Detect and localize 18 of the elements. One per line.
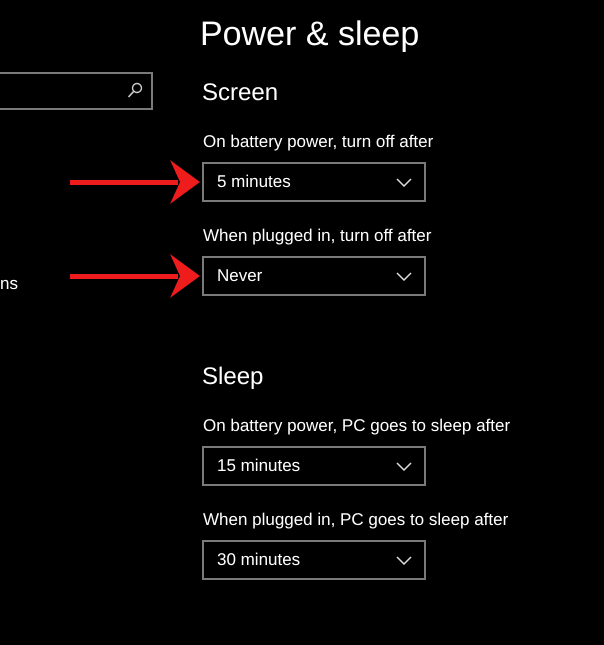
dropdown[interactable]: 5 minutes (202, 162, 426, 202)
chevron-icon (396, 272, 412, 280)
dropdown[interactable]: 30 minutes (202, 540, 426, 580)
setting-label: On battery power, turn off after (203, 132, 434, 152)
dropdown[interactable]: 15 minutes (202, 446, 426, 486)
search-field[interactable] (0, 72, 153, 110)
section-heading: Screen (202, 78, 280, 108)
chevron-icon (396, 556, 412, 564)
setting-label: When plugged in, turn off after (203, 226, 432, 246)
setting-label: When plugged in, PC goes to sleep after (203, 510, 510, 530)
page-title: Power & sleep (200, 14, 420, 54)
section-heading: Sleep (202, 362, 264, 392)
chevron-icon (396, 178, 412, 186)
search-icon (127, 82, 143, 100)
chevron-icon (396, 462, 412, 470)
setting-label: On battery power, PC goes to sleep after (203, 416, 512, 436)
dropdown[interactable]: Never (202, 256, 426, 296)
nav-item[interactable]: ns (0, 274, 18, 294)
